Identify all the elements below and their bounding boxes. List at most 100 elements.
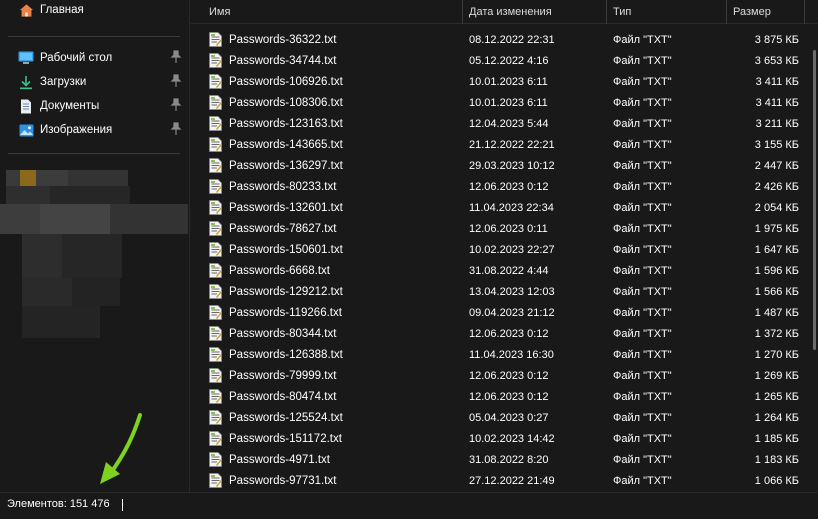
file-row[interactable]: Passwords-123163.txt 12.04.2023 5:44 Файл … (191, 114, 807, 135)
text-file-icon (209, 347, 222, 362)
file-row[interactable]: Passwords-129212.txt 13.04.2023 12:03 Файл… (191, 282, 807, 303)
file-date: 12.04.2023 5:44 (469, 118, 549, 130)
file-type: Файл "TXT" (613, 244, 672, 256)
file-date: 12.06.2023 0:12 (469, 370, 549, 382)
scrollbar-thumb[interactable] (813, 50, 816, 350)
file-row[interactable]: Passwords-79999.txt 12.06.2023 0:12 Файл "… (191, 366, 807, 387)
file-row[interactable]: Passwords-151172.txt 10.02.2023 14:42 Файл… (191, 429, 807, 450)
column-header-type[interactable]: Тип (607, 0, 631, 24)
file-row[interactable]: Passwords-132601.txt 11.04.2023 22:34 Файл… (191, 198, 807, 219)
file-row[interactable]: Passwords-108306.txt 10.01.2023 6:11 Файл … (191, 93, 807, 114)
column-header-bar: Имя Дата изменения Тип Размер (191, 0, 818, 24)
file-size: 1 270 КБ (754, 349, 799, 361)
file-type: Файл "TXT" (613, 265, 672, 277)
file-size: 1 372 КБ (754, 328, 799, 340)
file-row[interactable]: Passwords-36322.txt 08.12.2022 22:31 Файл … (191, 30, 807, 51)
file-size: 1 269 КБ (754, 370, 799, 382)
text-file-icon (209, 242, 222, 257)
file-row[interactable]: Passwords-119266.txt 09.04.2023 21:12 Файл… (191, 303, 807, 324)
file-name: Passwords-143665.txt (229, 139, 343, 151)
file-size: 3 653 КБ (754, 55, 799, 67)
file-row[interactable]: Passwords-150601.txt 10.02.2023 22:27 Файл… (191, 240, 807, 261)
column-header-date[interactable]: Дата изменения (463, 0, 552, 24)
file-list: Passwords-36322.txt 08.12.2022 22:31 Файл … (191, 30, 818, 492)
text-file-icon (209, 32, 222, 47)
file-size: 3 155 КБ (754, 139, 799, 151)
file-row[interactable]: Passwords-97731.txt 27.12.2022 21:49 Файл … (191, 471, 807, 492)
text-file-icon (209, 326, 222, 341)
sidebar-divider (8, 153, 180, 154)
file-row[interactable]: Passwords-136297.txt 29.03.2023 10:12 Файл… (191, 156, 807, 177)
file-name: Passwords-106926.txt (229, 76, 343, 88)
file-row[interactable]: Passwords-4971.txt 31.08.2022 8:20 Файл "T… (191, 450, 807, 471)
file-row[interactable]: Passwords-80233.txt 12.06.2023 0:12 Файл "… (191, 177, 807, 198)
file-row[interactable]: Passwords-34744.txt 05.12.2022 4:16 Файл "… (191, 51, 807, 72)
pin-icon[interactable] (170, 74, 182, 88)
text-file-icon (209, 179, 222, 194)
file-type: Файл "TXT" (613, 202, 672, 214)
pin-icon[interactable] (170, 50, 182, 64)
text-file-icon (209, 221, 222, 236)
text-file-icon (209, 305, 222, 320)
file-row[interactable]: Passwords-6668.txt 31.08.2022 4:44 Файл "T… (191, 261, 807, 282)
image-icon (18, 122, 34, 138)
status-bar: Элементов: 151 476 (0, 492, 818, 519)
file-date: 27.12.2022 21:49 (469, 475, 555, 487)
pin-icon[interactable] (170, 122, 182, 136)
file-type: Файл "TXT" (613, 328, 672, 340)
file-date: 05.12.2022 4:16 (469, 55, 549, 67)
column-divider[interactable] (804, 0, 805, 24)
file-row[interactable]: Passwords-143665.txt 21.12.2022 22:21 Файл… (191, 135, 807, 156)
text-file-icon (209, 137, 222, 152)
file-name: Passwords-108306.txt (229, 97, 343, 109)
file-size: 3 411 КБ (755, 76, 799, 88)
download-icon (18, 74, 34, 90)
file-type: Файл "TXT" (613, 181, 672, 193)
file-date: 10.02.2023 22:27 (469, 244, 555, 256)
sidebar-item-pictures[interactable]: Изображения (18, 120, 186, 140)
vertical-scrollbar[interactable] (808, 24, 818, 492)
file-size: 3 411 КБ (755, 97, 799, 109)
file-size: 2 054 КБ (754, 202, 799, 214)
document-icon (18, 98, 34, 114)
file-type: Файл "TXT" (613, 118, 672, 130)
sidebar-item-downloads[interactable]: Загрузки (18, 72, 186, 92)
file-name: Passwords-125524.txt (229, 412, 343, 424)
file-name: Passwords-80233.txt (229, 181, 337, 193)
text-file-icon (209, 473, 222, 488)
sidebar-item-label: Изображения (40, 124, 113, 136)
file-size: 2 447 КБ (754, 160, 799, 172)
sidebar-item-label: Главная (40, 4, 84, 16)
file-type: Файл "TXT" (613, 307, 672, 319)
file-date: 12.06.2023 0:12 (469, 328, 549, 340)
file-row[interactable]: Passwords-80474.txt 12.06.2023 0:12 Файл "… (191, 387, 807, 408)
sidebar-item-documents[interactable]: Документы (18, 96, 186, 116)
file-row[interactable]: Passwords-78627.txt 12.06.2023 0:11 Файл "… (191, 219, 807, 240)
file-type: Файл "TXT" (613, 454, 672, 466)
file-name: Passwords-132601.txt (229, 202, 343, 214)
file-size: 1 265 КБ (754, 391, 799, 403)
sidebar-item-desktop[interactable]: Рабочий стол (18, 48, 186, 68)
file-size: 1 066 КБ (754, 475, 799, 487)
file-row[interactable]: Passwords-125524.txt 05.04.2023 0:27 Файл … (191, 408, 807, 429)
sidebar-item-label: Загрузки (40, 76, 87, 88)
sidebar-item-home[interactable]: Главная (18, 0, 186, 20)
file-type: Файл "TXT" (613, 412, 672, 424)
file-size: 2 426 КБ (754, 181, 799, 193)
column-header-size[interactable]: Размер (727, 0, 771, 24)
file-name: Passwords-6668.txt (229, 265, 330, 277)
file-row[interactable]: Passwords-80344.txt 12.06.2023 0:12 Файл "… (191, 324, 807, 345)
file-name: Passwords-78627.txt (229, 223, 337, 235)
file-name: Passwords-97731.txt (229, 475, 337, 487)
pin-icon[interactable] (170, 98, 182, 112)
file-name: Passwords-136297.txt (229, 160, 343, 172)
file-type: Файл "TXT" (613, 34, 672, 46)
file-date: 05.04.2023 0:27 (469, 412, 549, 424)
file-row[interactable]: Passwords-126388.txt 11.04.2023 16:30 Файл… (191, 345, 807, 366)
file-date: 31.08.2022 4:44 (469, 265, 549, 277)
file-name: Passwords-79999.txt (229, 370, 337, 382)
file-size: 1 566 КБ (754, 286, 799, 298)
file-type: Файл "TXT" (613, 76, 672, 88)
column-header-name[interactable]: Имя (203, 0, 230, 24)
file-row[interactable]: Passwords-106926.txt 10.01.2023 6:11 Файл … (191, 72, 807, 93)
